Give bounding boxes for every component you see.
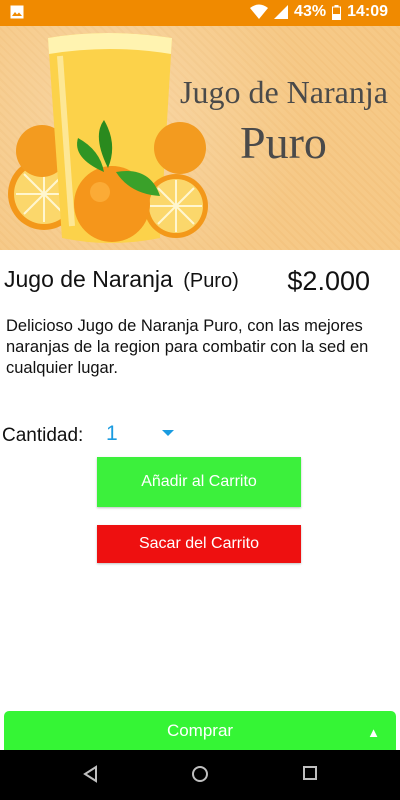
dropdown-caret-icon bbox=[162, 430, 174, 436]
home-icon[interactable] bbox=[191, 765, 209, 788]
signal-icon bbox=[274, 4, 289, 20]
quantity-label: Cantidad: bbox=[2, 425, 84, 446]
banner-title: Jugo de Naranja bbox=[180, 74, 388, 110]
image-icon bbox=[10, 5, 24, 19]
system-nav-bar bbox=[0, 750, 400, 800]
status-bar: 43% 14:09 bbox=[0, 0, 400, 26]
clock: 14:09 bbox=[347, 3, 388, 20]
quantity-dropdown[interactable]: 1 bbox=[100, 420, 180, 448]
back-icon[interactable] bbox=[82, 765, 100, 788]
product-title: Jugo de Naranja bbox=[4, 266, 173, 292]
expand-up-icon: ▲ bbox=[367, 725, 380, 740]
wifi-icon bbox=[250, 4, 269, 20]
product-price: $2.000 bbox=[287, 266, 370, 296]
remove-from-cart-button[interactable]: Sacar del Carrito bbox=[97, 525, 301, 563]
buy-label: Comprar bbox=[166, 721, 234, 740]
buy-button[interactable]: Comprar ▲ bbox=[4, 711, 396, 751]
banner-subtitle: Puro bbox=[240, 117, 327, 168]
battery-icon bbox=[332, 4, 342, 20]
recents-icon[interactable] bbox=[302, 765, 318, 786]
product-description: Delicioso Jugo de Naranja Puro, con las … bbox=[6, 317, 369, 377]
add-to-cart-button[interactable]: Añadir al Carrito bbox=[97, 457, 301, 507]
quantity-value: 1 bbox=[106, 422, 118, 445]
product-banner: Jugo de Naranja Puro bbox=[0, 26, 400, 250]
product-variant: (Puro) bbox=[183, 270, 239, 292]
battery-percent: 43% bbox=[294, 3, 327, 20]
product-name: Jugo de Naranja (Puro) bbox=[4, 266, 239, 293]
